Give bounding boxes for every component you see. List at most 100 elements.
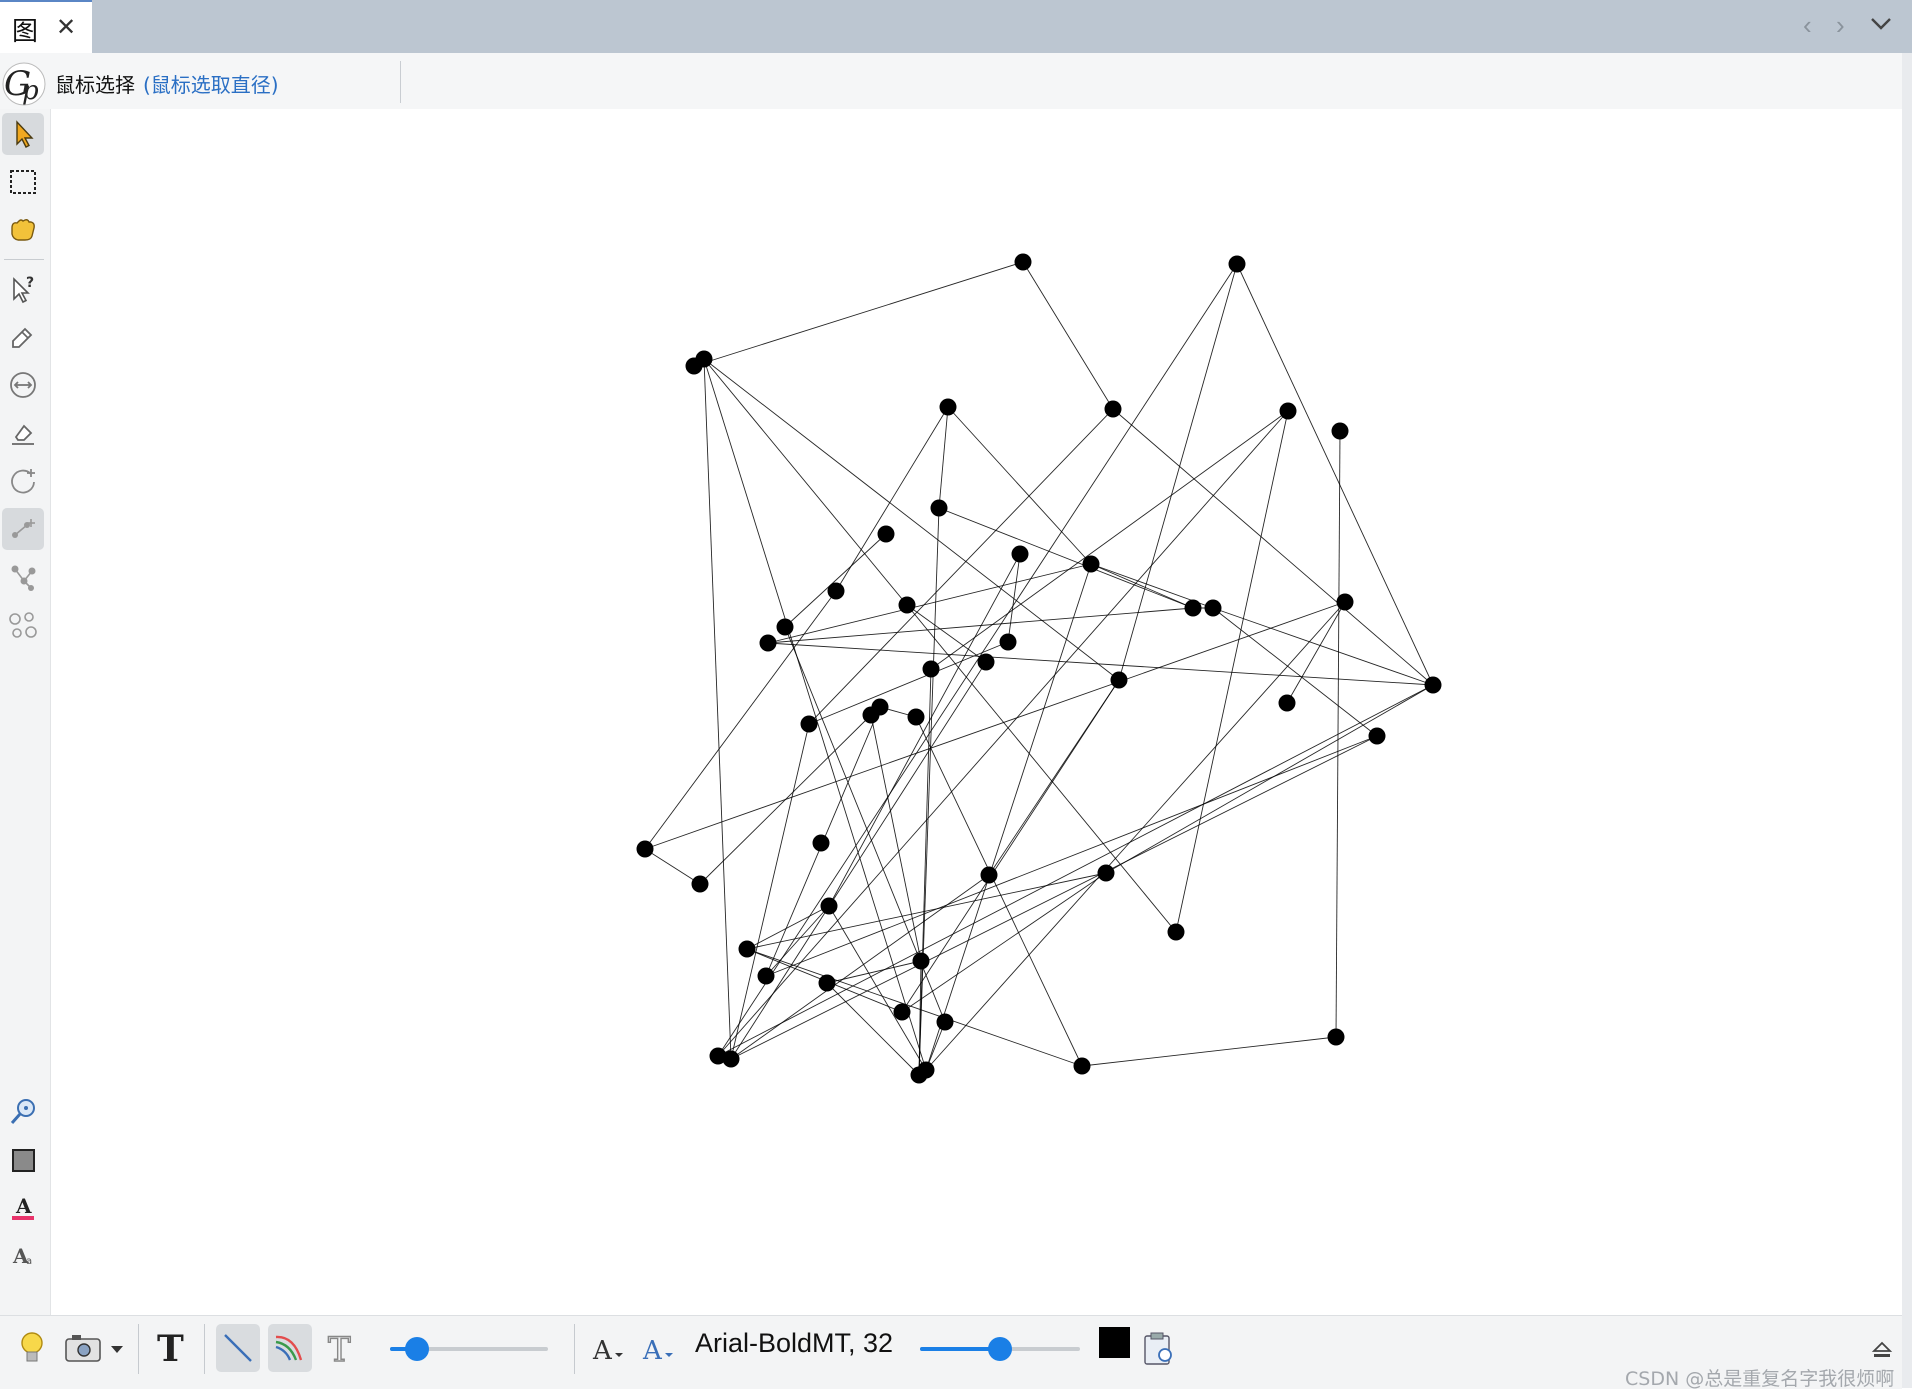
graph-node[interactable]	[1014, 253, 1032, 271]
graph-node[interactable]	[939, 398, 957, 416]
graph-node[interactable]	[722, 1050, 740, 1068]
graph-edge-icon[interactable]	[2, 556, 44, 598]
svg-text:a: a	[26, 1256, 32, 1267]
graph-edge	[901, 872, 1107, 1013]
close-icon[interactable]: ✕	[56, 13, 76, 42]
graph-node[interactable]	[1184, 599, 1202, 617]
font-size-slider-knob[interactable]	[988, 1337, 1012, 1361]
color-swatch[interactable]	[1099, 1327, 1130, 1358]
graph-node[interactable]	[877, 525, 895, 543]
graph-node[interactable]	[936, 1013, 954, 1031]
chevron-down-icon[interactable]	[1866, 9, 1896, 39]
svg-text:A: A	[15, 1194, 32, 1218]
graph-node[interactable]	[827, 582, 845, 600]
graph-canvas[interactable]	[51, 109, 1902, 1315]
eraser-icon[interactable]	[2, 412, 44, 454]
toolbar-divider	[4, 259, 44, 260]
graph-node[interactable]	[691, 875, 709, 893]
graph-node[interactable]	[1110, 671, 1128, 689]
graph-node[interactable]	[912, 952, 930, 970]
resize-arrows-icon[interactable]	[2, 364, 44, 406]
graph-node[interactable]	[1278, 694, 1296, 712]
graph-node[interactable]	[1082, 555, 1100, 573]
graph-node[interactable]	[636, 840, 654, 858]
camera-icon[interactable]	[62, 1324, 106, 1372]
graph-node[interactable]	[977, 653, 995, 671]
text-outline-icon[interactable]: T	[320, 1324, 364, 1372]
graph-node[interactable]	[1368, 727, 1386, 745]
graph-node[interactable]	[1279, 402, 1297, 420]
graph-node[interactable]	[930, 499, 948, 517]
chevron-right-icon[interactable]: ›	[1836, 10, 1845, 41]
graph-edge	[808, 408, 1114, 725]
graph-edge	[644, 601, 1346, 850]
graph-node[interactable]	[980, 866, 998, 884]
cluster-icon[interactable]	[2, 604, 44, 646]
graph-edge	[835, 406, 949, 592]
mode-bar: G p 鼠标选择 (鼠标选取直径)	[0, 53, 1902, 109]
rectangle-select-icon[interactable]	[2, 161, 44, 203]
pointer-icon[interactable]	[2, 113, 44, 155]
graph-node[interactable]	[907, 708, 925, 726]
lightbulb-icon[interactable]	[14, 1324, 50, 1372]
edit-pencil-icon[interactable]	[2, 316, 44, 358]
graph-node[interactable]	[1097, 864, 1115, 882]
line-tool-icon[interactable]	[216, 1324, 260, 1372]
query-pointer-icon[interactable]: ?	[2, 268, 44, 310]
graph-node[interactable]	[800, 715, 818, 733]
graph-node[interactable]	[1104, 400, 1122, 418]
graph-node[interactable]	[1424, 676, 1442, 694]
graph-edge	[918, 507, 940, 1076]
tab-graph[interactable]: 图 ✕	[0, 0, 92, 53]
hand-icon[interactable]	[2, 209, 44, 251]
graph-node[interactable]	[757, 967, 775, 985]
graph-node[interactable]	[1204, 599, 1222, 617]
graph-edge	[901, 679, 1120, 1013]
graph-edge	[767, 607, 1194, 644]
graph-edge	[938, 406, 949, 509]
chevron-left-icon[interactable]: ‹	[1803, 10, 1812, 41]
graph-node[interactable]	[999, 633, 1017, 651]
graph-node[interactable]	[1327, 1028, 1345, 1046]
graph-edge	[870, 714, 922, 962]
graph-node[interactable]	[685, 357, 703, 375]
graph-node[interactable]	[1331, 422, 1349, 440]
graph-node[interactable]	[776, 618, 794, 636]
svg-text:A: A	[592, 1336, 613, 1366]
graph-node[interactable]	[820, 897, 838, 915]
graph-node[interactable]	[862, 706, 880, 724]
copy-clipboard-icon[interactable]	[1139, 1324, 1179, 1372]
graph-node[interactable]	[1228, 255, 1246, 273]
graph-edge	[746, 905, 830, 950]
font-label[interactable]: Arial-BoldMT, 32	[695, 1328, 893, 1359]
gephi-logo-icon: G p	[2, 62, 46, 106]
graph-view[interactable]	[51, 109, 1902, 1315]
graph-node[interactable]	[1011, 545, 1029, 563]
fill-square-icon[interactable]	[2, 1139, 44, 1181]
add-node-icon[interactable]	[2, 508, 44, 550]
font-size-down-icon[interactable]: A	[590, 1324, 626, 1372]
graph-node[interactable]	[759, 634, 777, 652]
right-border	[1902, 53, 1912, 1388]
curve-tool-icon[interactable]	[268, 1324, 312, 1372]
rotate-icon[interactable]	[2, 460, 44, 502]
graph-node[interactable]	[1336, 593, 1354, 611]
graph-node[interactable]	[922, 660, 940, 678]
text-bold-icon[interactable]: T	[150, 1324, 194, 1372]
graph-node[interactable]	[1073, 1057, 1091, 1075]
zoom-icon[interactable]	[2, 1091, 44, 1133]
graph-node[interactable]	[893, 1003, 911, 1021]
font-size-up-icon[interactable]: A	[640, 1324, 676, 1372]
graph-node[interactable]	[738, 940, 756, 958]
graph-edge	[1112, 408, 1434, 686]
graph-node[interactable]	[1167, 923, 1185, 941]
graph-node[interactable]	[812, 834, 830, 852]
graph-node[interactable]	[818, 974, 836, 992]
edge-width-slider-knob[interactable]	[404, 1337, 429, 1361]
graph-node[interactable]	[917, 1061, 935, 1079]
text-color-icon[interactable]: A	[2, 1187, 44, 1229]
graph-node[interactable]	[898, 596, 916, 614]
dropdown-arrow-icon[interactable]	[108, 1324, 126, 1372]
bottom-toolbar: T T A A Arial-BoldMT, 32 CSDN @总是重复名字我很烦…	[0, 1315, 1902, 1390]
text-style-icon[interactable]: Aa	[2, 1235, 44, 1277]
